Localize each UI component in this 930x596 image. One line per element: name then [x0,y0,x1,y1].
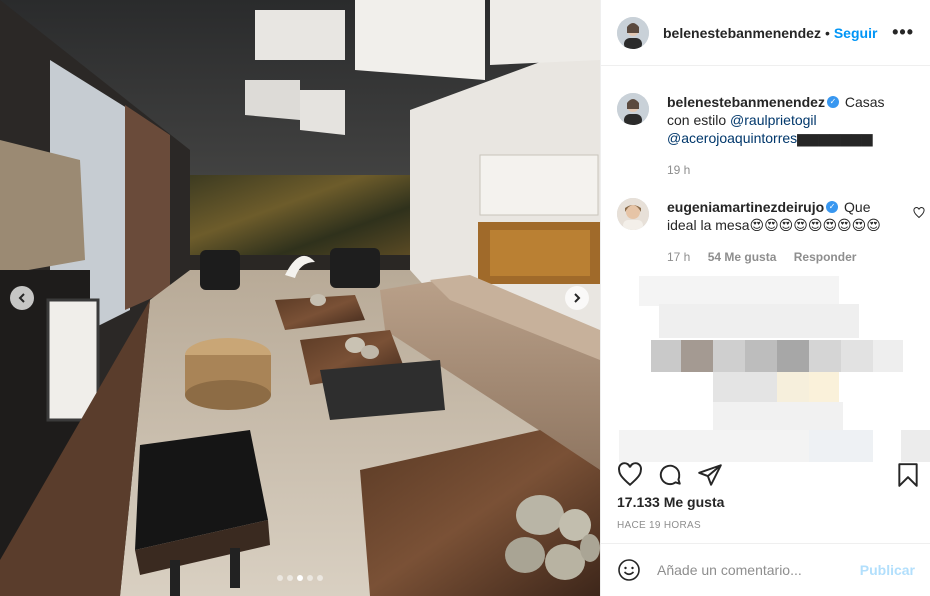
carousel-dot [307,575,313,581]
follow-button[interactable]: Seguir [834,25,878,41]
reply-button[interactable]: Responder [794,250,857,264]
pixelated-area [619,276,930,462]
like-button[interactable] [617,462,643,488]
publish-button[interactable]: Publicar [860,562,915,578]
carousel-dot [277,575,283,581]
comment-item: eugeniamartinezdeirujo ✓ Que ideal la mes… [617,198,917,266]
comment-icon [659,464,681,486]
comments-list[interactable]: belenestebanmenendez ✓ Casas con estilo @… [601,66,930,462]
carousel-dot [317,575,323,581]
comment-avatar[interactable] [617,198,649,230]
previous-photo-button[interactable] [10,286,34,310]
header-separator: • [824,24,830,41]
next-photo-button[interactable] [565,286,589,310]
comment-meta: 17 h 54 Me gusta Responder [667,248,903,266]
comment-composer: Publicar [601,543,930,596]
comment-button[interactable] [657,462,683,488]
post-header: belenestebanmenendez • Seguir ••• [601,0,930,66]
verified-badge-icon: ✓ [826,201,839,214]
chevron-right-icon [574,293,581,303]
comment-body: eugeniamartinezdeirujo ✓ Que ideal la mes… [667,198,903,266]
likes-count[interactable]: 17.133 Me gusta [617,494,724,510]
caption-body: belenestebanmenendez ✓ Casas con estilo @… [667,93,903,179]
verified-badge-icon: ✓ [826,96,839,109]
caption: belenestebanmenendez ✓ Casas con estilo @… [617,93,917,179]
comment-input[interactable] [657,562,847,578]
comment-time[interactable]: 17 h [667,250,690,264]
post-actions [601,462,930,488]
heart-icon [618,462,642,487]
post-side-panel: belenestebanmenendez • Seguir ••• belene… [600,0,930,596]
instagram-post: belenestebanmenendez • Seguir ••• belene… [0,0,930,596]
share-button[interactable] [697,462,723,488]
caption-emoji: ▆▆▆▆▆▆▆ [797,130,873,146]
bookmark-icon [898,463,918,487]
post-time[interactable]: HACE 19 HORAS [617,520,701,531]
emoji-icon[interactable] [617,558,641,582]
mention-link[interactable]: @acerojoaquintorres [667,130,797,146]
mention-link[interactable]: @raulprietogil [730,112,817,128]
caption-username[interactable]: belenestebanmenendez [667,94,825,110]
carousel-dot [287,575,293,581]
more-options-button[interactable]: ••• [892,22,914,43]
heart-icon [913,207,925,219]
author-avatar[interactable] [617,16,649,49]
chevron-left-icon [18,293,25,303]
caption-meta: 19 h [667,161,903,179]
avatar-image [617,16,649,49]
caption-avatar[interactable] [617,93,649,125]
carousel-indicator [0,575,600,581]
post-photo[interactable] [0,0,600,596]
share-icon [698,464,722,486]
avatar-image [617,198,649,230]
author-username[interactable]: belenestebanmenendez [663,25,821,41]
comment-like-button[interactable] [913,207,925,222]
save-button[interactable] [895,462,921,488]
comment-username[interactable]: eugeniamartinezdeirujo [667,199,824,215]
comment-likes[interactable]: 54 Me gusta [708,250,777,264]
living-room-photo [0,0,600,596]
avatar-image [617,93,649,125]
carousel-dot [297,575,303,581]
caption-time[interactable]: 19 h [667,163,690,177]
